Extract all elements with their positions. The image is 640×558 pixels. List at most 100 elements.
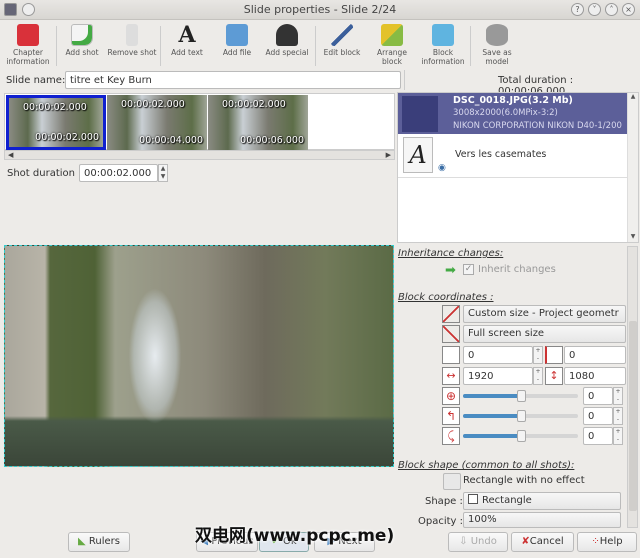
help-icon: ⁘ [591,536,600,547]
add-special-icon [276,24,298,46]
inherit-changes-label: Inherit changes [478,264,556,275]
slider-handle[interactable] [516,430,526,442]
width-input[interactable] [463,367,533,385]
add-text-icon: A [178,22,196,48]
block-list-scrollbar[interactable]: ▲ ▼ [627,93,638,242]
slide-preview-image[interactable] [4,245,394,467]
slider-handle[interactable] [516,410,526,422]
label: Cancel [529,536,564,547]
label: Edit block [323,48,361,57]
remove-shot-icon [126,24,138,46]
minimize-button[interactable]: ˅ [588,3,601,16]
shot-duration-text: 00:00:02.000 [222,99,286,110]
maximize-button[interactable]: ˄ [605,3,618,16]
x-position-input[interactable] [463,346,533,364]
add-file-button[interactable]: Add file [212,22,262,57]
block-info-icon [432,24,454,46]
shape-effect-button[interactable] [443,473,461,490]
rulers-button[interactable]: ◣ Rulers [68,532,130,552]
x-spinner[interactable]: + - [533,346,543,364]
size-mode-select[interactable]: Custom size - Project geometr [463,305,626,323]
shot-duration-spinner[interactable]: ▲ ▼ [158,164,168,182]
rotate-z-spinner[interactable]: + - [613,387,623,405]
visible-eye-icon[interactable]: ◉ [438,163,446,173]
height-input[interactable] [564,367,626,385]
remove-shot-button[interactable]: Remove shot [107,22,157,57]
rotate-x-icon: ↰ [442,407,460,425]
shot-thumbnail[interactable]: 00:00:02.000 00:00:06.000 [208,95,308,150]
block-information-button[interactable]: Block information [418,22,468,66]
width-spinner[interactable]: + - [533,367,543,385]
cancel-icon: ✘ [521,536,530,547]
rulers-icon: ◣ [78,536,86,547]
shape-section-title: Block shape (common to all shots): [398,460,575,471]
inherit-changes-checkbox[interactable]: ✓ [463,264,474,275]
help-window-button[interactable]: ? [571,3,584,16]
label: Chapter information [6,48,50,66]
lock-ratio-icon[interactable] [442,305,460,323]
rotate-z-icon: ⊕ [442,387,460,405]
rotate-y-input[interactable] [583,427,613,445]
block-list-item[interactable]: A ◉ Vers les casemates [398,134,627,178]
slider-fill [463,394,521,398]
block-list-item[interactable]: DSC_0018.JPG(3.2 Mb) 3008x2000(6.0MPix-3… [398,93,627,134]
shot-thumbnail[interactable]: 00:00:02.000 00:00:04.000 [107,95,207,150]
shape-effect-label: Rectangle with no effect [463,475,585,486]
shape-select[interactable]: Rectangle [463,492,621,510]
height-icon: ↕ [545,367,563,385]
rotate-y-spinner[interactable]: + - [613,427,623,445]
title-bar: Slide properties - Slide 2/24 ? ˅ ˄ × [0,0,640,20]
rotate-y-icon: ⤹ [442,427,460,445]
shot-duration-input[interactable] [79,164,158,182]
label: Rulers [88,536,120,547]
properties-scrollbar[interactable] [627,246,638,528]
screen-size-value: Full screen size [468,328,545,339]
shot-thumbnail[interactable]: 00:00:02.000 00:00:02.000 [6,95,106,150]
label: Remove shot [107,48,157,57]
block-title: DSC_0018.JPG(3.2 Mb) [453,95,573,106]
label: Add text [171,48,203,57]
watermark: 双电网(www.pcpc.me) [195,526,395,546]
shot-strip-scrollbar[interactable]: ◀ ▶ [4,150,395,160]
help-button[interactable]: ⁘Help [577,532,637,552]
undo-button[interactable]: ⇩ Undo [448,532,508,552]
cancel-button[interactable]: ✘Cancel [511,532,574,552]
add-text-button[interactable]: A Add text [162,22,212,57]
rectangle-icon [468,494,478,504]
edit-block-button[interactable]: Edit block [317,22,367,57]
window-title: Slide properties - Slide 2/24 [243,3,397,16]
add-file-icon [226,24,248,46]
rotate-z-input[interactable] [583,387,613,405]
label: Save as model [482,48,512,66]
screen-size-select[interactable]: Full screen size [463,325,626,343]
rotate-y-slider[interactable] [463,430,578,442]
arrow-right-icon: ➡ [445,263,456,278]
add-special-button[interactable]: Add special [262,22,312,57]
arrange-block-icon [381,24,403,46]
slide-name-label: Slide name: [6,75,66,86]
chapter-icon [17,24,39,46]
slider-handle[interactable] [516,390,526,402]
rotate-x-slider[interactable] [463,410,578,422]
rotate-x-spinner[interactable]: + - [613,407,623,425]
y-position-input[interactable] [564,346,626,364]
shape-label: Shape : [425,496,463,507]
opacity-select[interactable]: 100% [463,512,621,528]
shot-position-text: 00:00:06.000 [240,135,304,146]
save-as-model-button[interactable]: Save as model [472,22,522,66]
x-position-icon [442,346,460,364]
arrange-block-button[interactable]: Arrange block [367,22,417,66]
scrollbar-thumb[interactable] [629,321,637,511]
rotate-x-input[interactable] [583,407,613,425]
label: Add file [222,48,252,57]
slide-name-input[interactable] [65,71,401,89]
full-screen-icon[interactable] [442,325,460,343]
add-shot-button[interactable]: Add shot [57,22,107,57]
chapter-information-button[interactable]: Chapter information [3,22,53,66]
label: Help [599,536,623,547]
rotate-z-slider[interactable] [463,390,578,402]
label: Arrange block [377,48,407,66]
inheritance-section-title: Inheritance changes: [398,248,504,259]
close-button[interactable]: × [622,3,635,16]
label: Block information [421,48,465,66]
